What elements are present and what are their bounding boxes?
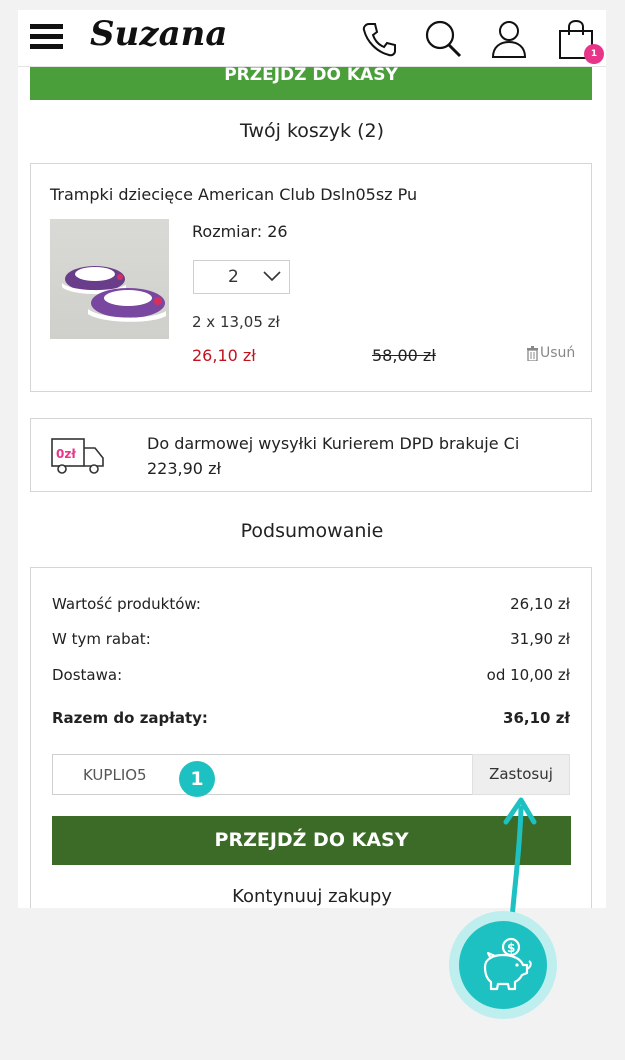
quantity-select[interactable]: 2 <box>193 260 290 294</box>
logo[interactable]: Suzana <box>90 14 227 54</box>
price-original: 58,00 zł <box>372 346 436 365</box>
menu-icon[interactable] <box>30 24 63 50</box>
search-icon[interactable] <box>422 18 464 60</box>
trash-icon <box>527 345 538 361</box>
piggy-bank-badge: $ <box>449 911 557 1019</box>
total-value: 36,10 zł <box>503 709 570 727</box>
summary-row-discount: W tym rabat: 31,90 zł <box>52 630 570 648</box>
summary-value: 31,90 zł <box>510 630 570 648</box>
coupon-value: KUPLIO5 <box>83 766 147 784</box>
coupon-input[interactable]: KUPLIO5 <box>52 754 473 795</box>
step-badge: 1 <box>179 761 215 797</box>
product-name[interactable]: Trampki dziecięce American Club Dsln05sz… <box>50 185 417 204</box>
summary-title: Podsumowanie <box>240 520 384 542</box>
cart-title: Twój koszyk (2) <box>240 120 384 142</box>
summary-label: W tym rabat: <box>52 630 151 648</box>
free-shipping-info: 0zł Do darmowej wysyłki Kurierem DPD bra… <box>30 418 592 492</box>
unit-price: 2 x 13,05 zł <box>192 313 280 331</box>
delivery-truck-icon: 0zł <box>51 438 104 474</box>
phone-icon[interactable] <box>358 18 400 60</box>
order-summary: Wartość produktów: 26,10 zł W tym rabat:… <box>30 567 592 908</box>
summary-row-total: Razem do zapłaty: 36,10 zł <box>52 709 570 727</box>
user-icon[interactable] <box>488 18 530 60</box>
checkout-button[interactable]: PRZEJDŹ DO KASY <box>52 816 571 865</box>
summary-row-products: Wartość produktów: 26,10 zł <box>52 595 570 613</box>
remove-button[interactable]: Usuń <box>526 345 575 361</box>
site-header: Suzana <box>18 10 606 67</box>
chevron-down-icon <box>263 271 281 282</box>
cart-item: Trampki dziecięce American Club Dsln05sz… <box>30 163 592 392</box>
summary-label: Dostawa: <box>52 666 123 684</box>
price-current: 26,10 zł <box>192 346 256 365</box>
summary-value: 26,10 zł <box>510 595 570 613</box>
top-checkout-button[interactable]: PRZEJDŹ DO KASY <box>30 67 592 100</box>
free-shipping-message: Do darmowej wysyłki Kurierem DPD brakuje… <box>147 434 520 478</box>
product-size: Rozmiar: 26 <box>192 222 288 241</box>
summary-value: od 10,00 zł <box>486 666 570 684</box>
quantity-value: 2 <box>228 267 239 287</box>
continue-shopping-link[interactable]: Kontynuuj zakupy <box>31 886 593 907</box>
product-image[interactable] <box>50 219 169 339</box>
remove-label: Usuń <box>540 345 576 361</box>
total-label: Razem do zapłaty: <box>52 709 208 727</box>
page: Suzana 1 PRZEJDŹ DO KASY Twój koszyk (2)… <box>18 10 606 908</box>
apply-coupon-button[interactable]: Zastosuj <box>472 754 570 795</box>
svg-text:$: $ <box>507 941 515 955</box>
cart-count-badge: 1 <box>584 44 604 64</box>
piggy-bank-icon: $ <box>483 937 532 991</box>
truck-label: 0zł <box>56 447 76 461</box>
summary-row-shipping: Dostawa: od 10,00 zł <box>52 666 570 684</box>
summary-label: Wartość produktów: <box>52 595 201 613</box>
